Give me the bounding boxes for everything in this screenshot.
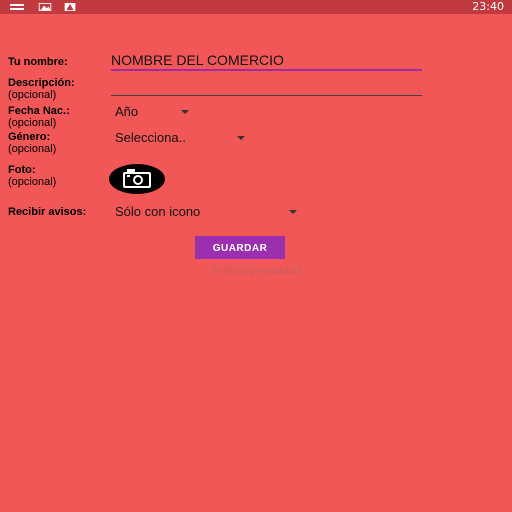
notifications-selected: Sólo con icono xyxy=(115,204,201,219)
description-label: Descripción: (opcional) xyxy=(8,77,75,101)
privacy-policy-link[interactable]: Política privacidad xyxy=(0,265,512,277)
gender-sublabel: (opcional) xyxy=(8,143,57,155)
birthdate-label-text: Fecha Nac.: xyxy=(8,105,70,117)
description-input-underline xyxy=(111,95,422,96)
name-label-text: Tu nombre: xyxy=(8,56,68,68)
camera-icon xyxy=(123,169,151,188)
birthdate-sublabel: (opcional) xyxy=(8,117,57,129)
birthdate-selected: Año xyxy=(115,104,139,119)
chevron-down-icon xyxy=(289,210,297,214)
photo-sublabel: (opcional) xyxy=(8,176,57,188)
notifications-label: Recibir avisos: xyxy=(8,206,86,218)
photo-label-text: Foto: xyxy=(8,164,36,176)
description-label-text: Descripción: xyxy=(8,77,75,89)
gender-selected: Selecciona.. xyxy=(115,130,186,145)
status-bar: 23:40 xyxy=(0,0,512,14)
image-icon xyxy=(38,3,52,11)
notifications-dropdown[interactable]: Sólo con icono xyxy=(111,203,303,221)
gender-label: Género: (opcional) xyxy=(8,131,56,155)
photo-button[interactable] xyxy=(109,164,165,194)
description-input[interactable] xyxy=(111,78,422,94)
name-label: Tu nombre: xyxy=(8,56,68,68)
chevron-down-icon xyxy=(237,136,245,140)
status-time: 23:40 xyxy=(472,0,504,13)
birthdate-label: Fecha Nac.: (opcional) xyxy=(8,105,70,129)
warning-icon xyxy=(64,3,76,11)
notification-icon xyxy=(10,4,24,10)
chevron-down-icon xyxy=(181,110,189,114)
save-button[interactable]: GUARDAR xyxy=(195,236,285,259)
gender-dropdown[interactable]: Selecciona.. xyxy=(111,129,251,147)
gender-label-text: Género: xyxy=(8,131,51,143)
name-input[interactable]: NOMBRE DEL COMERCIO xyxy=(111,52,284,68)
description-sublabel: (opcional) xyxy=(8,89,57,101)
name-input-underline xyxy=(111,69,422,71)
notifications-label-text: Recibir avisos: xyxy=(8,206,87,218)
birthdate-dropdown[interactable]: Año xyxy=(111,103,193,121)
photo-label: Foto: (opcional) xyxy=(8,164,56,188)
